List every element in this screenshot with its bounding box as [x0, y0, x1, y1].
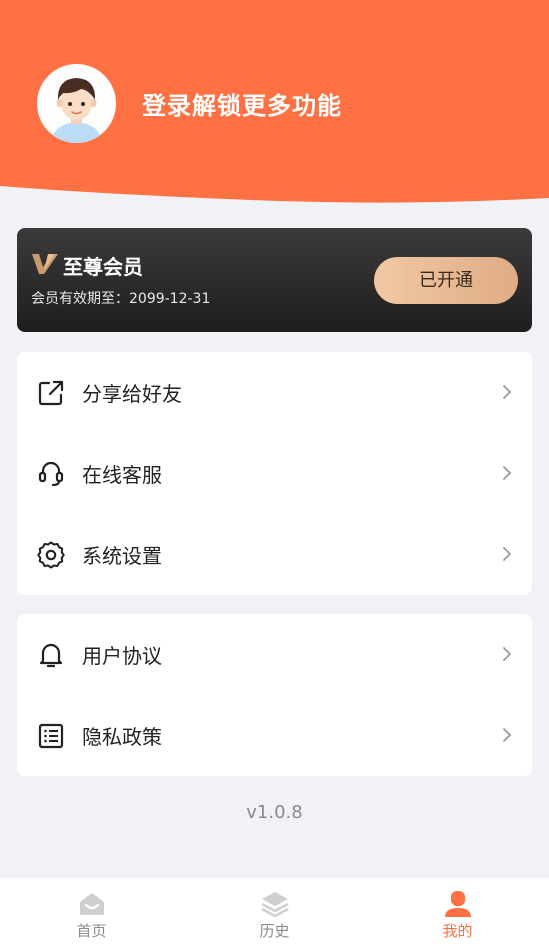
app-version: v1.0.8 — [246, 802, 303, 823]
menu-item-settings[interactable]: 系统设置 — [17, 514, 532, 595]
vip-status-button[interactable]: 已开通 — [374, 257, 518, 304]
menu-item-label: 在线客服 — [82, 463, 162, 487]
chevron-right-icon — [503, 466, 512, 480]
headset-icon — [38, 461, 64, 487]
menu-item-customer-service[interactable]: 在线客服 — [17, 433, 532, 514]
tab-history[interactable]: 历史 — [183, 878, 366, 948]
tab-label: 我的 — [442, 922, 473, 940]
menu-group-main: 分享给好友 在线客服 系统设置 — [17, 352, 532, 595]
menu-item-privacy-policy[interactable]: 隐私政策 — [17, 695, 532, 776]
person-icon — [444, 891, 471, 917]
chevron-right-icon — [503, 728, 512, 742]
tab-label: 历史 — [259, 922, 290, 940]
vip-expiry-date: 会员有效期至：2099-12-31 — [31, 291, 211, 307]
vip-title: 至尊会员 — [63, 255, 143, 279]
vip-v-icon — [32, 254, 58, 274]
menu-group-legal: 用户协议 隐私政策 — [17, 614, 532, 776]
menu-item-label: 隐私政策 — [82, 725, 162, 749]
menu-item-label: 系统设置 — [82, 544, 162, 568]
layers-icon — [260, 892, 289, 918]
vip-membership-card: 至尊会员 会员有效期至：2099-12-31 已开通 — [17, 228, 532, 332]
bottom-tab-bar: 首页 历史 我的 — [0, 878, 549, 948]
chevron-right-icon — [503, 547, 512, 561]
profile-header: 登录解锁更多功能 — [0, 0, 549, 205]
menu-item-user-agreement[interactable]: 用户协议 — [17, 614, 532, 695]
home-icon — [79, 893, 104, 915]
tab-home[interactable]: 首页 — [0, 878, 183, 948]
list-icon — [38, 723, 64, 749]
chevron-right-icon — [503, 385, 512, 399]
gear-icon — [37, 541, 65, 569]
share-icon — [38, 380, 64, 406]
chevron-right-icon — [503, 647, 512, 661]
tab-mine[interactable]: 我的 — [366, 878, 549, 948]
bell-icon — [39, 643, 63, 668]
user-avatar-icon — [37, 64, 116, 143]
menu-item-label: 分享给好友 — [82, 382, 182, 406]
menu-item-label: 用户协议 — [82, 644, 162, 668]
user-avatar[interactable] — [37, 64, 116, 143]
login-prompt[interactable]: 登录解锁更多功能 — [142, 86, 342, 121]
menu-item-share[interactable]: 分享给好友 — [17, 352, 532, 433]
tab-label: 首页 — [76, 922, 107, 940]
